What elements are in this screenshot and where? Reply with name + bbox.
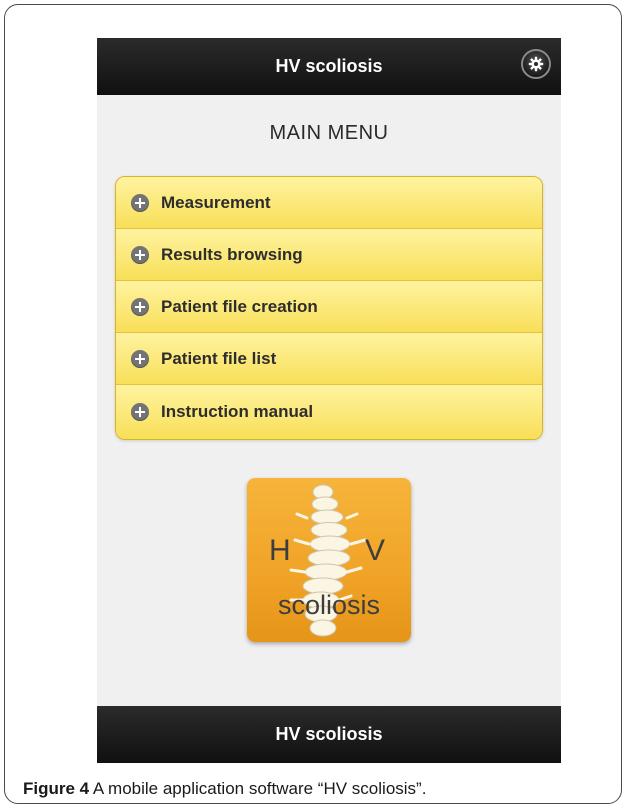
plus-circle-icon [131, 193, 149, 212]
phone-screen: H V scoliosis MAIN MENU Measurement Resul… [97, 38, 561, 763]
caption-label: Figure 4 [23, 779, 90, 798]
logo-wordmark: scoliosis [277, 590, 381, 620]
menu-item-patient-file-creation[interactable]: Patient file creation [116, 281, 542, 333]
figure-frame: H V scoliosis MAIN MENU Measurement Resul… [4, 4, 622, 804]
footer-title: HV scoliosis [275, 724, 383, 744]
menu-item-instruction-manual[interactable]: Instruction manual [116, 385, 542, 439]
menu-item-label: Patient file list [161, 348, 277, 368]
plus-circle-icon [131, 403, 149, 421]
top-app-bar: HV scoliosis [97, 38, 561, 95]
plus-circle-icon [131, 297, 149, 316]
figure-caption: Figure 4 A mobile application software “… [23, 779, 426, 799]
app-logo[interactable]: H V scoliosis [247, 478, 411, 642]
logo-letter-h: H [269, 534, 291, 567]
menu-item-label: Instruction manual [161, 402, 314, 421]
main-menu-list: Measurement Results browsing Patient fil… [115, 176, 543, 440]
menu-item-label: Results browsing [161, 244, 303, 264]
main-menu-title: MAIN MENU [269, 122, 389, 144]
settings-button[interactable] [521, 49, 551, 79]
menu-item-label: Measurement [161, 192, 271, 212]
gear-icon [528, 56, 544, 72]
menu-item-results-browsing[interactable]: Results browsing [116, 229, 542, 281]
caption-text: A mobile application software “HV scolio… [89, 779, 427, 798]
bottom-app-bar: HV scoliosis [97, 706, 561, 763]
menu-item-label: Patient file creation [161, 296, 318, 316]
plus-circle-icon [131, 245, 149, 264]
logo-letter-v: V [365, 534, 386, 567]
app-title: HV scoliosis [275, 56, 383, 76]
menu-item-patient-file-list[interactable]: Patient file list [116, 333, 542, 385]
plus-circle-icon [131, 349, 149, 368]
menu-item-measurement[interactable]: Measurement [116, 177, 542, 229]
